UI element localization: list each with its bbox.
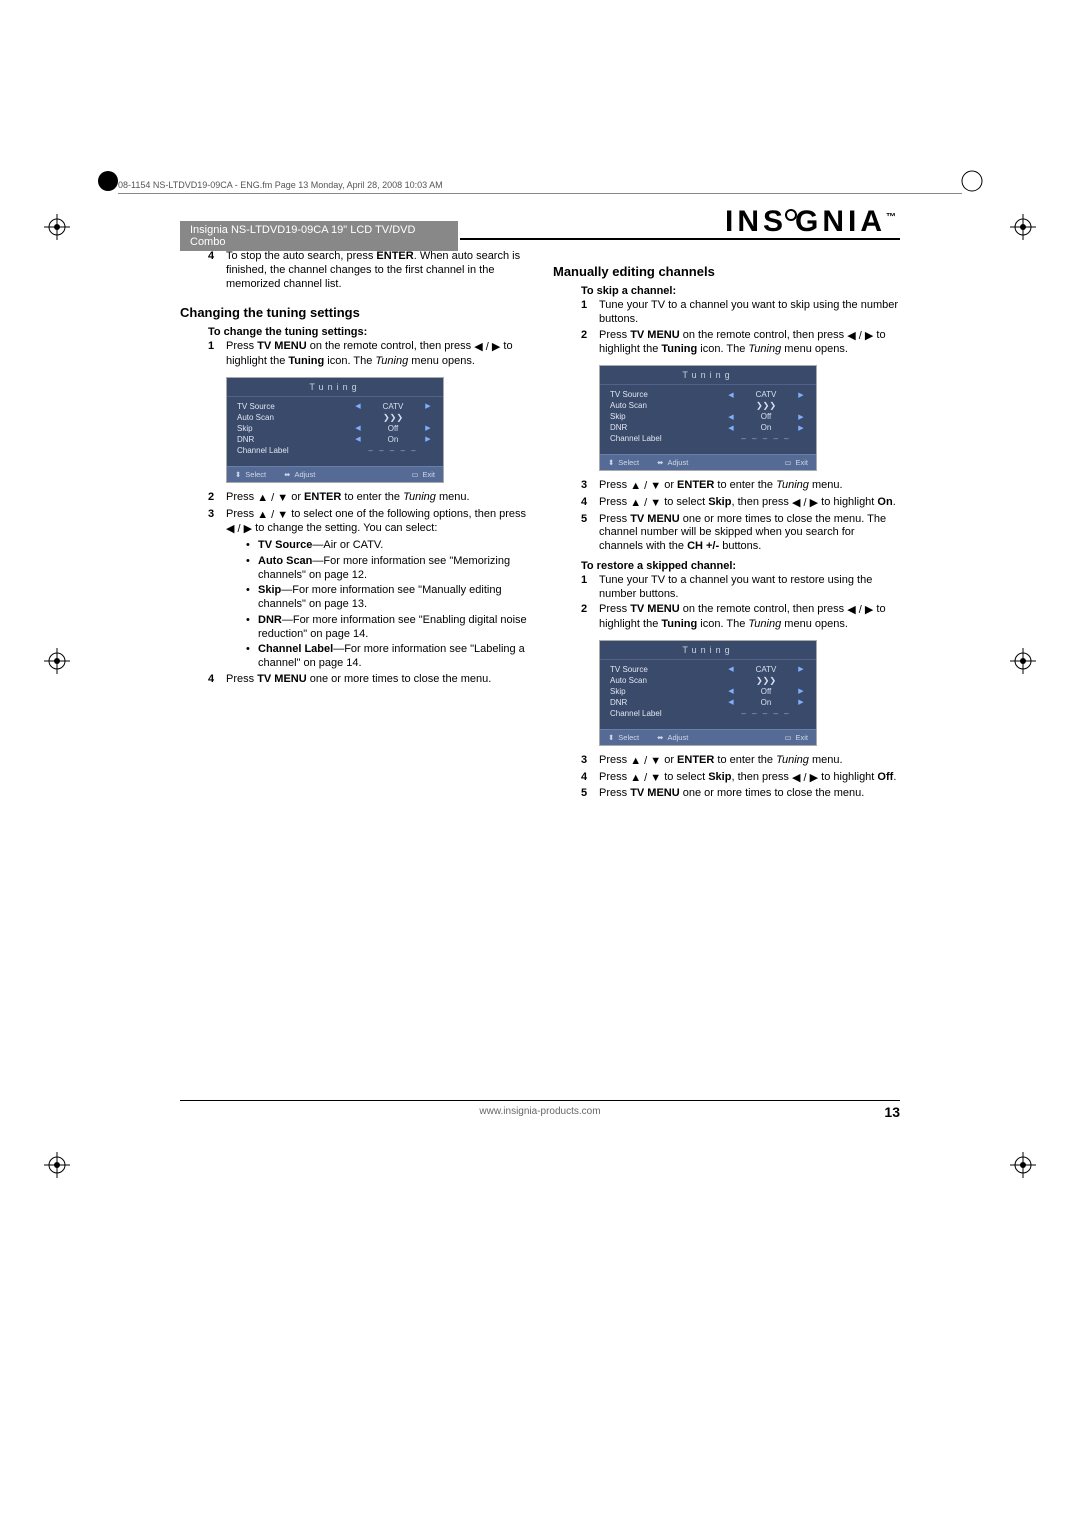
step-item: 4 Press TV MENU one or more times to clo… xyxy=(208,673,527,687)
step-item: 3Press ▲ / ▼ or ENTER to enter the Tunin… xyxy=(581,479,900,494)
procedure-heading: To restore a skipped channel: xyxy=(581,560,900,572)
step-item: 4Press ▲ / ▼ to select Skip, then press … xyxy=(581,496,900,511)
step-item: 2Press TV MENU on the remote control, th… xyxy=(581,603,900,632)
left-right-arrow-icon: ◀ / ▶ xyxy=(792,772,818,786)
bullet-item: DNR—For more information see "Enabling d… xyxy=(246,614,527,642)
bullet-item: Skip—For more information see "Manually … xyxy=(246,584,527,612)
brand-logo: INSGNIA™ xyxy=(725,205,900,239)
tuning-menu-figure: Tuning TV Source◀CATV▶ Auto Scan❯❯❯ Skip… xyxy=(226,377,444,483)
bullet-item: Auto Scan—For more information see "Memo… xyxy=(246,555,527,583)
left-arrow-icon: ◀ xyxy=(353,402,363,410)
bullet-item: TV Source—Air or CATV. xyxy=(246,539,527,553)
menu-icon: ▭ xyxy=(411,470,418,479)
menu-row-channel-label: Channel Label– – – – – xyxy=(600,708,816,719)
menu-row-auto-scan: Auto Scan❯❯❯ xyxy=(600,675,816,686)
divider xyxy=(180,1100,900,1101)
menu-row-channel-label: Channel Label– – – – – xyxy=(600,433,816,444)
footer-exit: ▭Exit xyxy=(411,470,435,479)
step-item: 5Press TV MENU one or more times to clos… xyxy=(581,787,900,801)
up-down-arrow-icon: ▲ / ▼ xyxy=(630,497,661,511)
menu-row-channel-label: Channel Label– – – – – xyxy=(227,445,443,456)
menu-row-tv-source: TV Source◀CATV▶ xyxy=(600,389,816,400)
up-down-arrow-icon: ▲ / ▼ xyxy=(630,772,661,786)
menu-row-dnr: DNR◀On▶ xyxy=(600,697,816,708)
step-item: 1Tune your TV to a channel you want to r… xyxy=(581,574,900,602)
registration-mark-icon xyxy=(1010,1152,1036,1178)
section-heading: Changing the tuning settings xyxy=(180,305,527,320)
left-right-arrow-icon: ◀ / ▶ xyxy=(792,497,818,511)
menu-row-dnr: DNR◀On▶ xyxy=(227,434,443,445)
right-column: Manually editing channels To skip a chan… xyxy=(553,250,900,803)
menu-row-dnr: DNR◀On▶ xyxy=(600,422,816,433)
step-item: 4 To stop the auto search, press ENTER. … xyxy=(208,250,527,291)
up-down-arrow-icon: ▲ / ▼ xyxy=(257,509,288,523)
step-item: 1Tune your TV to a channel you want to s… xyxy=(581,299,900,327)
procedure-heading: To change the tuning settings: xyxy=(208,326,527,338)
section-heading: Manually editing channels xyxy=(553,264,900,279)
up-down-arrow-icon: ▲ / ▼ xyxy=(630,480,661,494)
left-right-arrow-icon: ◀ / ▶ xyxy=(847,330,873,344)
product-bar: Insignia NS-LTDVD19-09CA 19" LCD TV/DVD … xyxy=(180,221,458,251)
registration-mark-icon xyxy=(959,168,985,194)
page-number: 13 xyxy=(884,1104,900,1120)
bullet-item: Channel Label—For more information see "… xyxy=(246,643,527,671)
menu-row-skip: Skip◀Off▶ xyxy=(600,686,816,697)
registration-mark-icon xyxy=(44,648,70,674)
left-column: 4 To stop the auto search, press ENTER. … xyxy=(180,250,527,803)
up-down-arrow-icon: ▲ / ▼ xyxy=(257,492,288,506)
left-right-arrow-icon: ◀ / ▶ xyxy=(474,341,500,355)
right-arrow-icon: ▶ xyxy=(423,435,433,443)
left-right-arrow-icon: ⬌ xyxy=(284,470,290,479)
manual-page: 08-1154 NS-LTDVD19-09CA - ENG.fm Page 13… xyxy=(0,0,1080,1527)
menu-row-skip: Skip◀Off▶ xyxy=(227,423,443,434)
up-down-arrow-icon: ▲ / ▼ xyxy=(630,755,661,769)
step-item: 3Press ▲ / ▼ or ENTER to enter the Tunin… xyxy=(581,754,900,769)
left-right-arrow-icon: ◀ / ▶ xyxy=(226,523,252,537)
tuning-menu-figure: Tuning TV Source◀CATV▶ Auto Scan❯❯❯ Skip… xyxy=(599,640,817,746)
left-arrow-icon: ◀ xyxy=(353,435,363,443)
divider xyxy=(460,238,900,240)
step-item: 2 Press ▲ / ▼ or ENTER to enter the Tuni… xyxy=(208,491,527,506)
tuning-menu-title: Tuning xyxy=(227,378,443,397)
content-columns: 4 To stop the auto search, press ENTER. … xyxy=(180,250,900,803)
left-right-arrow-icon: ◀ / ▶ xyxy=(847,604,873,618)
menu-row-skip: Skip◀Off▶ xyxy=(600,411,816,422)
procedure-heading: To skip a channel: xyxy=(581,285,900,297)
right-arrow-icon: ▶ xyxy=(423,424,433,432)
menu-row-tv-source: TV Source◀CATV▶ xyxy=(227,401,443,412)
right-arrow-icon: ▶ xyxy=(423,402,433,410)
menu-row-tv-source: TV Source◀CATV▶ xyxy=(600,664,816,675)
menu-row-auto-scan: Auto Scan❯❯❯ xyxy=(600,400,816,411)
registration-mark-icon xyxy=(44,1152,70,1178)
step-item: 5Press TV MENU one or more times to clos… xyxy=(581,513,900,554)
step-item: 2Press TV MENU on the remote control, th… xyxy=(581,329,900,358)
up-down-arrow-icon: ⬍ xyxy=(235,470,241,479)
step-item: 3 Press ▲ / ▼ to select one of the follo… xyxy=(208,508,527,671)
frame-header: 08-1154 NS-LTDVD19-09CA - ENG.fm Page 13… xyxy=(118,180,962,194)
footer-adjust: ⬌Adjust xyxy=(284,470,315,479)
tuning-menu-figure: Tuning TV Source◀CATV▶ Auto Scan❯❯❯ Skip… xyxy=(599,365,817,471)
registration-mark-icon xyxy=(1010,648,1036,674)
step-item: 1 Press TV MENU on the remote control, t… xyxy=(208,340,527,369)
registration-mark-icon xyxy=(44,214,70,240)
menu-row-auto-scan: Auto Scan❯❯❯ xyxy=(227,412,443,423)
footer-select: ⬍Select xyxy=(235,470,266,479)
left-arrow-icon: ◀ xyxy=(353,424,363,432)
registration-mark-icon xyxy=(1010,214,1036,240)
frame-header-text: 08-1154 NS-LTDVD19-09CA - ENG.fm Page 13… xyxy=(118,180,443,190)
footer-url: www.insignia-products.com xyxy=(0,1106,1080,1117)
step-item: 4Press ▲ / ▼ to select Skip, then press … xyxy=(581,771,900,786)
